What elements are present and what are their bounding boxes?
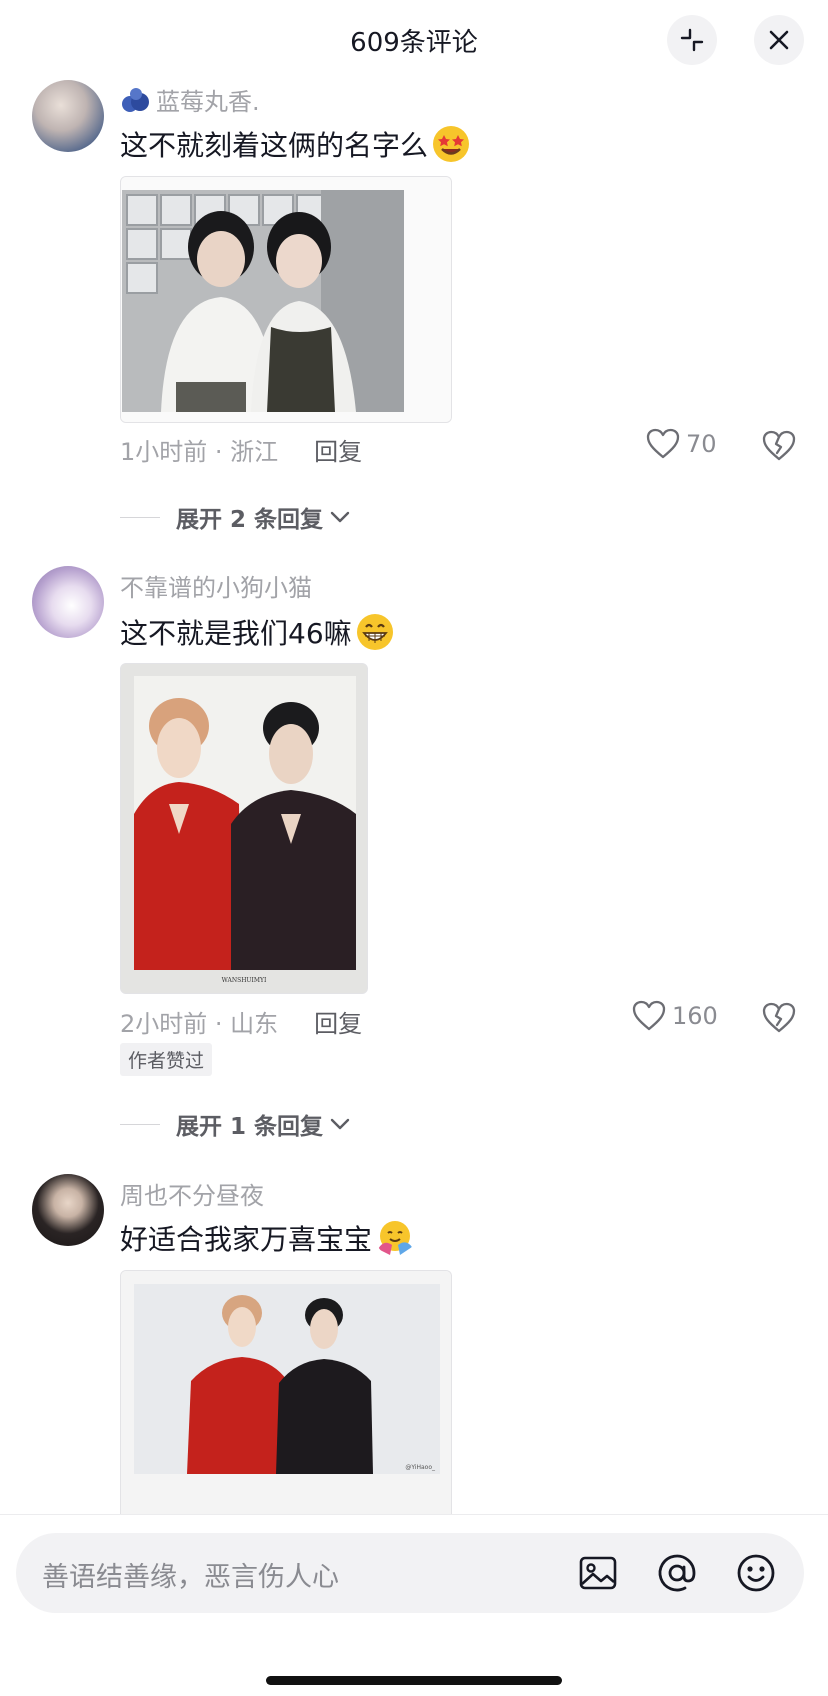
avatar[interactable] (32, 1174, 104, 1246)
reply-button[interactable]: 回复 (314, 1004, 362, 1039)
photo-image (121, 177, 451, 422)
time-location: 2小时前 · 山东 (120, 1010, 279, 1038)
expand-replies-label: 展开 1 条回复 (176, 1114, 324, 1140)
comment-text: 好适合我家万喜宝宝 (120, 1218, 414, 1258)
close-button[interactable] (754, 15, 804, 65)
avatar[interactable] (32, 566, 104, 638)
grin-emoji (356, 614, 393, 650)
comment-input-placeholder: 善语结善缘，恶言伤人心 (42, 1562, 339, 1593)
expand-replies-label: 展开 2 条回复 (176, 507, 324, 533)
photo-image (121, 1271, 451, 1514)
comment-username[interactable]: 蓝莓丸香. (120, 82, 260, 117)
at-icon[interactable] (655, 1551, 699, 1595)
username-text: 不靠谱的小狗小猫 (120, 574, 312, 602)
comments-header: 609条评论 (0, 0, 828, 80)
photo-caption: @YiHaoo_ (405, 1464, 435, 1471)
comment-text-content: 这不就刻着这俩的名字么 (120, 129, 429, 162)
time-location: 1小时前 · 浙江 (120, 438, 279, 466)
shrink-icon (680, 28, 704, 52)
reply-button[interactable]: 回复 (314, 432, 362, 467)
chevron-down-icon (330, 511, 350, 523)
broken-heart-icon (762, 1002, 796, 1033)
comment-username[interactable]: 不靠谱的小狗小猫 (120, 568, 312, 603)
like-count: 160 (672, 1002, 718, 1030)
like-count: 70 (686, 430, 717, 458)
heart-icon (646, 428, 680, 459)
comment-photo[interactable]: WANSHUIMYI (120, 663, 368, 994)
comment-input-bar: 善语结善缘，恶言伤人心 (0, 1514, 828, 1696)
image-icon[interactable] (576, 1551, 620, 1595)
author-liked-badge: 作者赞过 (120, 1043, 213, 1076)
dislike-button[interactable] (762, 430, 796, 466)
comment-text-content: 这不就是我们46嘛 (120, 617, 352, 650)
divider-line (120, 516, 160, 518)
chevron-down-icon (330, 1118, 350, 1130)
broken-heart-icon (762, 430, 796, 461)
like-button[interactable]: 70 (646, 428, 717, 460)
username-text: 蓝莓丸香. (156, 88, 260, 116)
close-icon (769, 30, 789, 50)
expand-replies-button[interactable]: 展开 2 条回复 (120, 500, 351, 534)
star-eyes-emoji (433, 126, 470, 162)
divider-line (120, 1123, 160, 1125)
minimize-button[interactable] (667, 15, 717, 65)
comment-photo[interactable] (120, 176, 452, 423)
expand-replies-button[interactable]: 展开 1 条回复 (120, 1107, 351, 1141)
comment-photo[interactable]: @YiHaoo_ (120, 1270, 452, 1514)
photo-image (121, 664, 367, 993)
home-indicator (266, 1676, 562, 1685)
heart-icon (632, 1000, 666, 1031)
photo-caption: WANSHUIMYI (221, 977, 267, 984)
blueberry-icon (122, 87, 149, 112)
comment-text: 这不就是我们46嘛 (120, 612, 394, 652)
dislike-button[interactable] (762, 1002, 796, 1038)
comment-username[interactable]: 周也不分昼夜 (120, 1176, 264, 1211)
username-text: 周也不分昼夜 (120, 1182, 264, 1210)
comment-input[interactable]: 善语结善缘，恶言伤人心 (16, 1533, 804, 1613)
hug-emoji (378, 1221, 413, 1255)
avatar[interactable] (32, 80, 104, 152)
comment-text: 这不就刻着这俩的名字么 (120, 124, 470, 164)
smile-icon[interactable] (734, 1551, 778, 1595)
like-button[interactable]: 160 (632, 1000, 718, 1032)
comment-meta: 2小时前 · 山东 回复 (120, 1004, 362, 1039)
comment-meta: 1小时前 · 浙江 回复 (120, 432, 362, 467)
comment-text-content: 好适合我家万喜宝宝 (120, 1223, 373, 1256)
